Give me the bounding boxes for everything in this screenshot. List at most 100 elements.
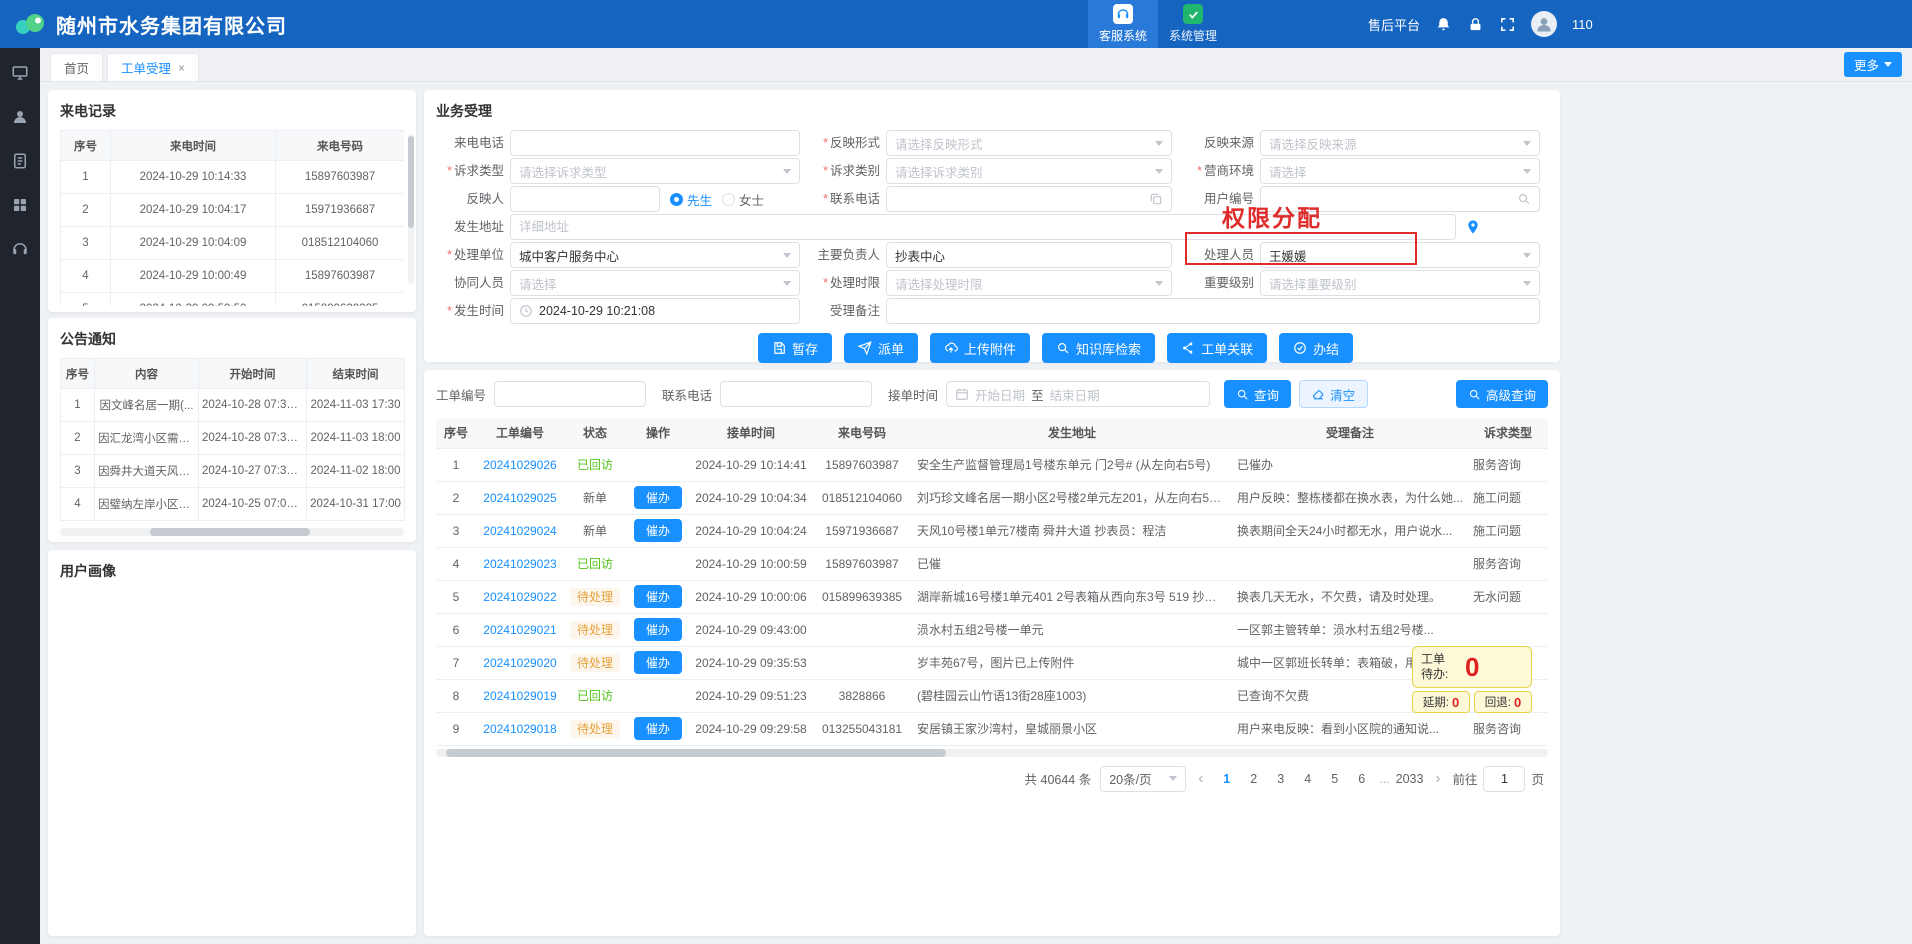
save-draft-button[interactable]: 暂存: [758, 333, 832, 363]
accept-note-field[interactable]: [895, 304, 1531, 318]
headset-icon[interactable]: [11, 240, 29, 258]
dispatch-button[interactable]: 派单: [844, 333, 918, 363]
clear-button[interactable]: 清空: [1299, 380, 1368, 408]
location-pin-icon[interactable]: [1465, 219, 1481, 235]
reporter-input[interactable]: [510, 186, 660, 212]
nav-customer-service[interactable]: 客服系统: [1088, 0, 1158, 48]
announcement-row[interactable]: 2因汇龙湾小区需水...2024-10-28 07:30:002024-11-0…: [61, 422, 405, 455]
page-number[interactable]: 1: [1215, 767, 1238, 790]
co-worker-select[interactable]: 请选择: [510, 270, 800, 296]
horizontal-scrollbar[interactable]: [60, 528, 404, 536]
accept-time-range-picker[interactable]: 开始日期 至 结束日期: [946, 381, 1210, 407]
urge-button[interactable]: 催办: [634, 585, 682, 608]
order-number-link[interactable]: 20241029025: [483, 491, 556, 505]
knowledge-search-button[interactable]: 知识库检索: [1042, 333, 1155, 363]
user-no-field[interactable]: [1269, 192, 1511, 206]
document-icon[interactable]: [11, 152, 29, 170]
call-record-row[interactable]: 52024-10-29 09:59:50015899639385: [61, 293, 405, 307]
phone-search-field[interactable]: [729, 387, 863, 401]
more-button[interactable]: 更多: [1844, 52, 1902, 77]
upload-attachment-button[interactable]: 上传附件: [930, 333, 1030, 363]
urge-button[interactable]: 催办: [634, 717, 682, 740]
phone-search-input[interactable]: [720, 381, 872, 407]
importance-select[interactable]: 请选择重要级别: [1260, 270, 1540, 296]
call-record-row[interactable]: 32024-10-29 10:04:09018512104060: [61, 227, 405, 260]
announcement-row[interactable]: 1因文峰名居一期(...2024-10-28 07:30:002024-11-0…: [61, 389, 405, 422]
address-input[interactable]: [510, 214, 1456, 240]
apps-grid-icon[interactable]: [11, 196, 29, 214]
reflect-source-select[interactable]: 请选择反映来源: [1260, 130, 1540, 156]
todo-return-box[interactable]: 回退: 0: [1474, 691, 1532, 713]
avatar[interactable]: [1531, 11, 1557, 37]
page-number[interactable]: 2: [1242, 767, 1265, 790]
call-phone-field[interactable]: [519, 136, 791, 150]
gender-radio-male[interactable]: 先生: [670, 190, 712, 209]
order-no-search-field[interactable]: [503, 387, 637, 401]
page-number[interactable]: 3: [1269, 767, 1292, 790]
appeal-type-select[interactable]: 请选择诉求类型: [510, 158, 800, 184]
page-ellipsis[interactable]: ...: [1377, 772, 1391, 786]
announcement-row[interactable]: 4因璧纳左岸小区水...2024-10-25 07:00:002024-10-3…: [61, 488, 405, 521]
todo-main-box[interactable]: 工单待办: 0: [1412, 646, 1532, 688]
dashboard-icon[interactable]: [11, 64, 29, 82]
vertical-scrollbar[interactable]: [408, 134, 414, 284]
contact-phone-input[interactable]: [886, 186, 1172, 212]
business-env-select[interactable]: 请选择: [1260, 158, 1540, 184]
todo-delay-box[interactable]: 延期: 0: [1412, 691, 1470, 713]
urge-button[interactable]: 催办: [634, 519, 682, 542]
appeal-category-select[interactable]: 请选择诉求类别: [886, 158, 1172, 184]
tab-work-order[interactable]: 工单受理 ×: [107, 53, 199, 81]
call-phone-input[interactable]: [510, 130, 800, 156]
close-icon[interactable]: ×: [178, 61, 185, 75]
end-date-placeholder[interactable]: 结束日期: [1050, 385, 1100, 404]
order-number-link[interactable]: 20241029026: [483, 458, 556, 472]
copy-icon[interactable]: [1149, 192, 1163, 206]
bell-icon[interactable]: [1435, 16, 1452, 33]
order-number-link[interactable]: 20241029022: [483, 590, 556, 604]
urge-button[interactable]: 催办: [634, 486, 682, 509]
reporter-field[interactable]: [519, 192, 651, 206]
user-no-input[interactable]: [1260, 186, 1540, 212]
order-number-link[interactable]: 20241029018: [483, 722, 556, 736]
search-icon[interactable]: [1517, 192, 1531, 206]
advanced-search-button[interactable]: 高级查询: [1456, 380, 1548, 408]
horizontal-scrollbar[interactable]: [436, 749, 1548, 757]
reflect-form-select[interactable]: 请选择反映形式: [886, 130, 1172, 156]
fullscreen-icon[interactable]: [1499, 16, 1516, 33]
lock-icon[interactable]: [1467, 16, 1484, 33]
goto-page-input[interactable]: [1483, 766, 1525, 792]
aftersale-platform-link[interactable]: 售后平台: [1368, 15, 1420, 34]
call-record-row[interactable]: 12024-10-29 10:14:3315897603987: [61, 161, 405, 194]
handle-limit-select[interactable]: 请选择处理时限: [886, 270, 1172, 296]
contact-phone-field[interactable]: [895, 192, 1143, 206]
page-number[interactable]: 4: [1296, 767, 1319, 790]
call-record-row[interactable]: 42024-10-29 10:00:4915897603987: [61, 260, 405, 293]
order-no-search-input[interactable]: [494, 381, 646, 407]
urge-button[interactable]: 催办: [634, 651, 682, 674]
order-link-button[interactable]: 工单关联: [1167, 333, 1267, 363]
order-number-link[interactable]: 20241029019: [483, 689, 556, 703]
order-number-link[interactable]: 20241029020: [483, 656, 556, 670]
prev-page-button[interactable]: ‹: [1195, 770, 1206, 787]
occur-time-picker[interactable]: 2024-10-29 10:21:08: [510, 298, 800, 324]
order-number-link[interactable]: 20241029023: [483, 557, 556, 571]
order-number-link[interactable]: 20241029021: [483, 623, 556, 637]
page-number-last[interactable]: 2033: [1396, 767, 1424, 790]
call-record-row[interactable]: 22024-10-29 10:04:1715971936687: [61, 194, 405, 227]
address-field[interactable]: [519, 220, 1447, 234]
next-page-button[interactable]: ›: [1432, 770, 1443, 787]
page-number[interactable]: 6: [1350, 767, 1373, 790]
tab-home[interactable]: 首页: [50, 53, 103, 81]
query-button[interactable]: 查询: [1224, 380, 1291, 408]
todo-widget[interactable]: 工单待办: 0 延期: 0 回退: 0: [1412, 646, 1532, 713]
accept-note-input[interactable]: [886, 298, 1540, 324]
urge-button[interactable]: 催办: [634, 618, 682, 641]
start-date-placeholder[interactable]: 开始日期: [975, 385, 1025, 404]
announcement-row[interactable]: 3因舜井大道天风小...2024-10-27 07:30:002024-11-0…: [61, 455, 405, 488]
order-number-link[interactable]: 20241029024: [483, 524, 556, 538]
finish-button[interactable]: 办结: [1279, 333, 1353, 363]
nav-system-management[interactable]: 系统管理: [1158, 0, 1228, 48]
main-leader-input[interactable]: 抄表中心: [886, 242, 1172, 268]
user-icon[interactable]: [11, 108, 29, 126]
handle-unit-select[interactable]: 城中客户服务中心: [510, 242, 800, 268]
